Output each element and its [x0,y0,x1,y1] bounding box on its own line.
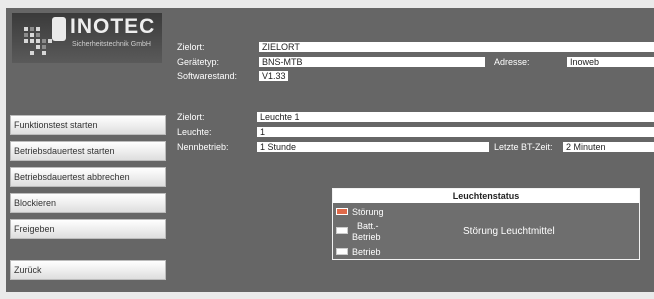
stoerung-label: Störung [352,207,384,217]
betrieb-label: Betrieb [352,247,381,257]
letzte-bt-zeit-label: Letzte BT-Zeit: [494,142,553,152]
softwarestand-label: Softwarestand: [177,71,238,81]
leuchte-field: 1 [257,127,654,137]
lamp-zielort-label: Zielort: [177,112,205,122]
lamp-zielort-field: Leuchte 1 [257,112,654,122]
leuchtenstatus-panel: Leuchtenstatus Störung Batt.- Betrieb Be… [332,188,640,260]
nennbetrieb-field: 1 Stunde [257,142,489,152]
blockieren-button[interactable]: Blockieren [10,193,166,213]
logo-subtitle: Sicherheitstechnik GmbH [72,41,151,48]
inotec-logo: INOTEC Sicherheitstechnik GmbH [12,13,162,63]
batt-label-line1: Batt.- [357,221,379,231]
device-zielort-label: Zielort: [177,42,205,52]
softwarestand-field: V1.33 [259,71,288,81]
betrieb-indicator-icon [336,248,348,255]
device-zielort-field: ZIELORT [259,42,654,52]
logo-brand: INOTEC [70,15,156,38]
freigeben-button[interactable]: Freigeben [10,219,166,239]
geraetetyp-field: BNS-MTB [259,57,485,67]
running-man-icon [52,17,66,41]
zurueck-button[interactable]: Zurück [10,260,166,280]
leuchte-label: Leuchte: [177,127,212,137]
stoerung-indicator-icon [336,208,348,215]
leuchtenstatus-title: Leuchtenstatus [333,189,639,203]
betriebsdauertest-starten-button[interactable]: Betriebsdauertest starten [10,141,166,161]
letzte-bt-zeit-field: 2 Minuten [563,142,654,152]
status-message: Störung Leuchtmittel [463,226,555,237]
adresse-field: Inoweb [567,57,654,67]
betriebsdauertest-abbrechen-button[interactable]: Betriebsdauertest abbrechen [10,167,166,187]
batt-label-line2: Betrieb [352,232,381,242]
batt-betrieb-indicator-icon [336,227,348,234]
geraetetyp-label: Gerätetyp: [177,57,220,67]
nennbetrieb-label: Nennbetrieb: [177,142,229,152]
adresse-label: Adresse: [494,57,530,67]
funktionstest-starten-button[interactable]: Funktionstest starten [10,115,166,135]
